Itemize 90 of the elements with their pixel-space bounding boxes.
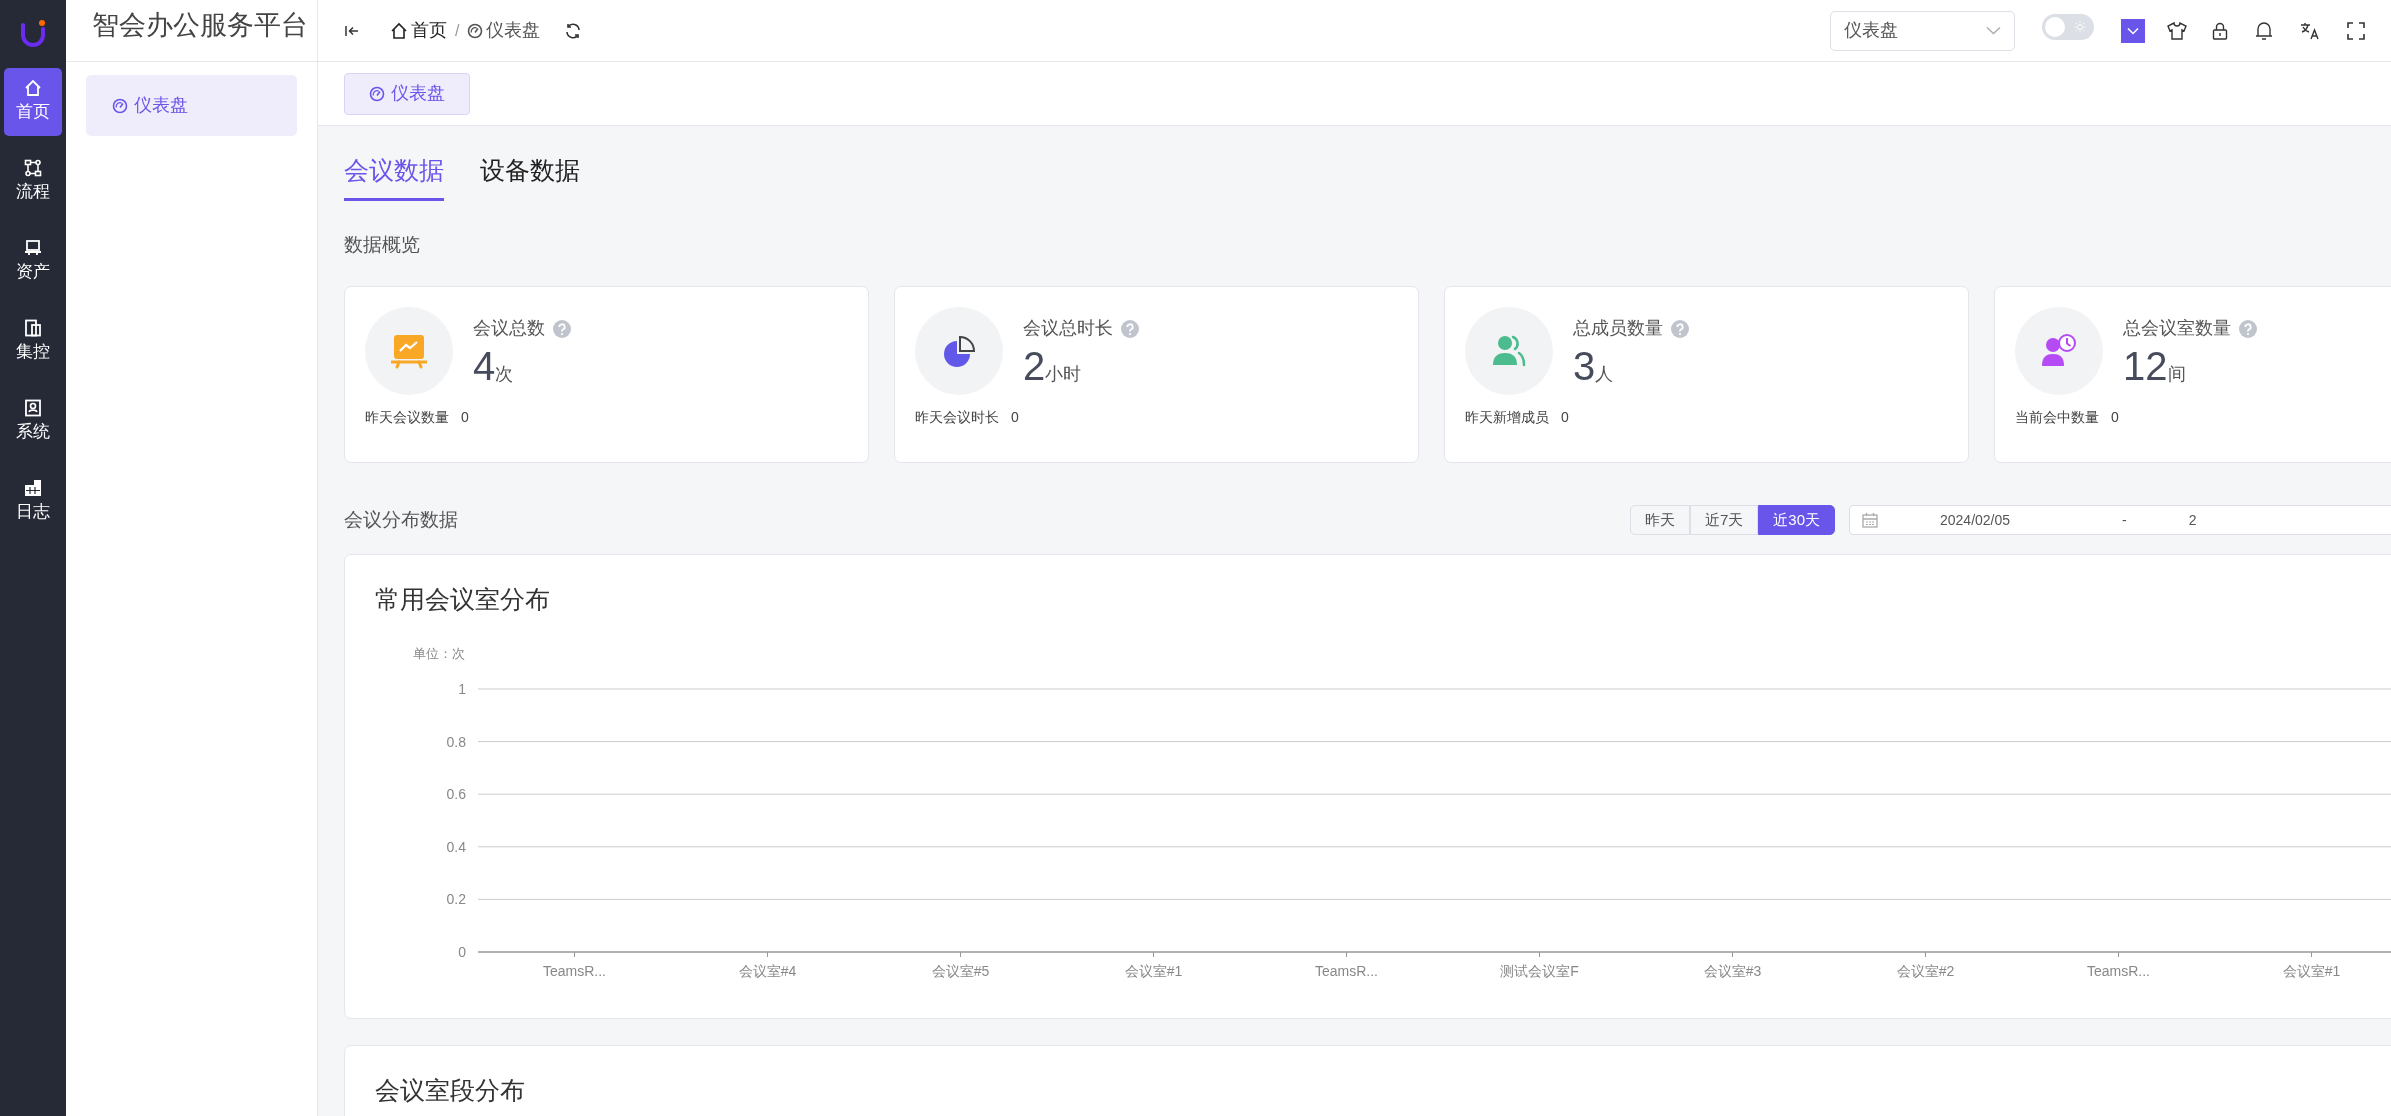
page-select[interactable]: 仪表盘 [1830, 10, 2015, 51]
tab[interactable]: 设备数据 [480, 152, 580, 201]
portrait-icon [24, 399, 42, 418]
fullscreen-icon[interactable] [2347, 21, 2365, 40]
x-tick-label: 会议室#4 [738, 963, 797, 979]
section-title: 会议分布数据 [344, 507, 458, 532]
x-tick-label: TeamsR... [2087, 963, 2150, 979]
refresh-icon[interactable] [564, 21, 583, 40]
gauge-icon [467, 22, 484, 39]
stat-label: 总成员数量 [1573, 317, 1663, 340]
range-button[interactable]: 昨天 [1629, 505, 1690, 535]
stat-footer-label: 昨天会议时长 [915, 408, 999, 427]
x-tick-label: TeamsR... [543, 963, 606, 979]
home-icon [390, 21, 408, 40]
stat-footer-value: 0 [2111, 408, 2119, 427]
x-tick-label: 会议室#1 [2282, 963, 2341, 979]
nav-item[interactable]: 资产 [4, 228, 62, 296]
stat-label: 会议总时长 [1023, 317, 1113, 340]
flow-icon [24, 159, 42, 178]
sun-icon [2074, 21, 2086, 33]
stat-footer-label: 当前会中数量 [2015, 408, 2099, 427]
x-tick-label: 会议室#2 [1896, 963, 1955, 979]
users-icon [1491, 333, 1527, 369]
range-button[interactable]: 近30天 [1758, 505, 1835, 535]
section-title: 数据概览 [344, 232, 421, 257]
end-date: 2 [2188, 510, 2197, 530]
x-tick-label: TeamsR... [1315, 963, 1378, 979]
stat-unit: 次 [495, 365, 514, 383]
y-tick-label: 0 [458, 944, 466, 960]
range-button[interactable]: 近7天 [1689, 505, 1759, 535]
monitor-icon [24, 239, 42, 258]
nav-item[interactable]: 日志 [4, 468, 62, 536]
chart-blocks-icon [24, 479, 42, 498]
breadcrumb-link[interactable]: 仪表盘 [467, 17, 541, 44]
x-tick-label: 会议室#5 [931, 963, 990, 979]
stat-value: 12 [2123, 346, 2168, 386]
nav-item[interactable]: 集控 [4, 308, 62, 376]
stat-footer-value: 0 [1561, 408, 1569, 427]
presentation-icon [391, 333, 427, 369]
breadcrumb-link[interactable]: 首页 [390, 17, 447, 44]
x-tick-label: 会议室#1 [1124, 963, 1183, 979]
user-clock-icon [2041, 333, 2077, 369]
stat-label: 会议总数 [473, 317, 545, 340]
stat-footer-value: 0 [461, 408, 469, 427]
y-tick-label: 0.8 [446, 733, 466, 750]
chevron-down-icon [2127, 26, 2139, 35]
page-tab[interactable]: 仪表盘 [344, 72, 470, 115]
stat-footer-value: 0 [1011, 408, 1019, 427]
stat-value: 4 [473, 346, 496, 386]
dropdown-button[interactable] [2121, 18, 2145, 43]
lock-icon[interactable] [2212, 21, 2228, 40]
chevron-down-icon [1986, 26, 2001, 35]
bell-icon[interactable] [2255, 20, 2273, 41]
chart-title: 常用会议室分布 [374, 584, 551, 615]
stat-value: 2 [1023, 346, 1046, 386]
pie-chart-icon [941, 333, 977, 369]
y-tick-label: 0.6 [446, 786, 466, 803]
y-tick-label: 0.2 [446, 891, 466, 908]
devices-icon [24, 319, 42, 338]
stat-unit: 间 [2167, 365, 2186, 383]
stat-footer-label: 昨天新增成员 [1465, 408, 1549, 427]
y-tick-label: 0.4 [446, 838, 466, 855]
home-icon [24, 79, 42, 98]
x-tick-label: 测试会议室F [1500, 963, 1579, 979]
calendar-icon [1862, 512, 1878, 528]
gauge-icon [369, 85, 385, 102]
date-range-field[interactable]: 2024/02/05 - 2 [1849, 505, 2391, 535]
stat-unit: 小时 [1045, 365, 1082, 383]
nav-item[interactable]: 流程 [4, 148, 62, 216]
translate-icon[interactable] [2300, 21, 2320, 40]
breadcrumb-separator: / [455, 20, 460, 41]
x-tick-label: 会议室#3 [1703, 963, 1762, 979]
chart-title: 会议室段分布 [374, 1075, 526, 1106]
nav-item[interactable]: 首页 [4, 68, 62, 136]
stat-value: 3 [1573, 346, 1596, 386]
shirt-icon[interactable] [2167, 21, 2187, 40]
gauge-icon [112, 97, 128, 114]
axis-unit-label: 单位：次 [413, 646, 465, 661]
tab[interactable]: 会议数据 [344, 152, 444, 201]
sidebar-item[interactable]: 仪表盘 [86, 75, 297, 136]
start-date: 2024/02/05 [1940, 510, 2011, 530]
stat-footer-label: 昨天会议数量 [365, 408, 449, 427]
logo-icon [20, 19, 46, 49]
date-separator: - [2122, 510, 2127, 530]
nav-item[interactable]: 系统 [4, 388, 62, 456]
stat-label: 总会议室数量 [2123, 317, 2231, 340]
y-tick-label: 1 [458, 681, 466, 697]
app-title: 智会办公服务平台 [92, 9, 308, 42]
theme-toggle[interactable] [2042, 14, 2094, 40]
stat-unit: 人 [1595, 365, 1614, 383]
